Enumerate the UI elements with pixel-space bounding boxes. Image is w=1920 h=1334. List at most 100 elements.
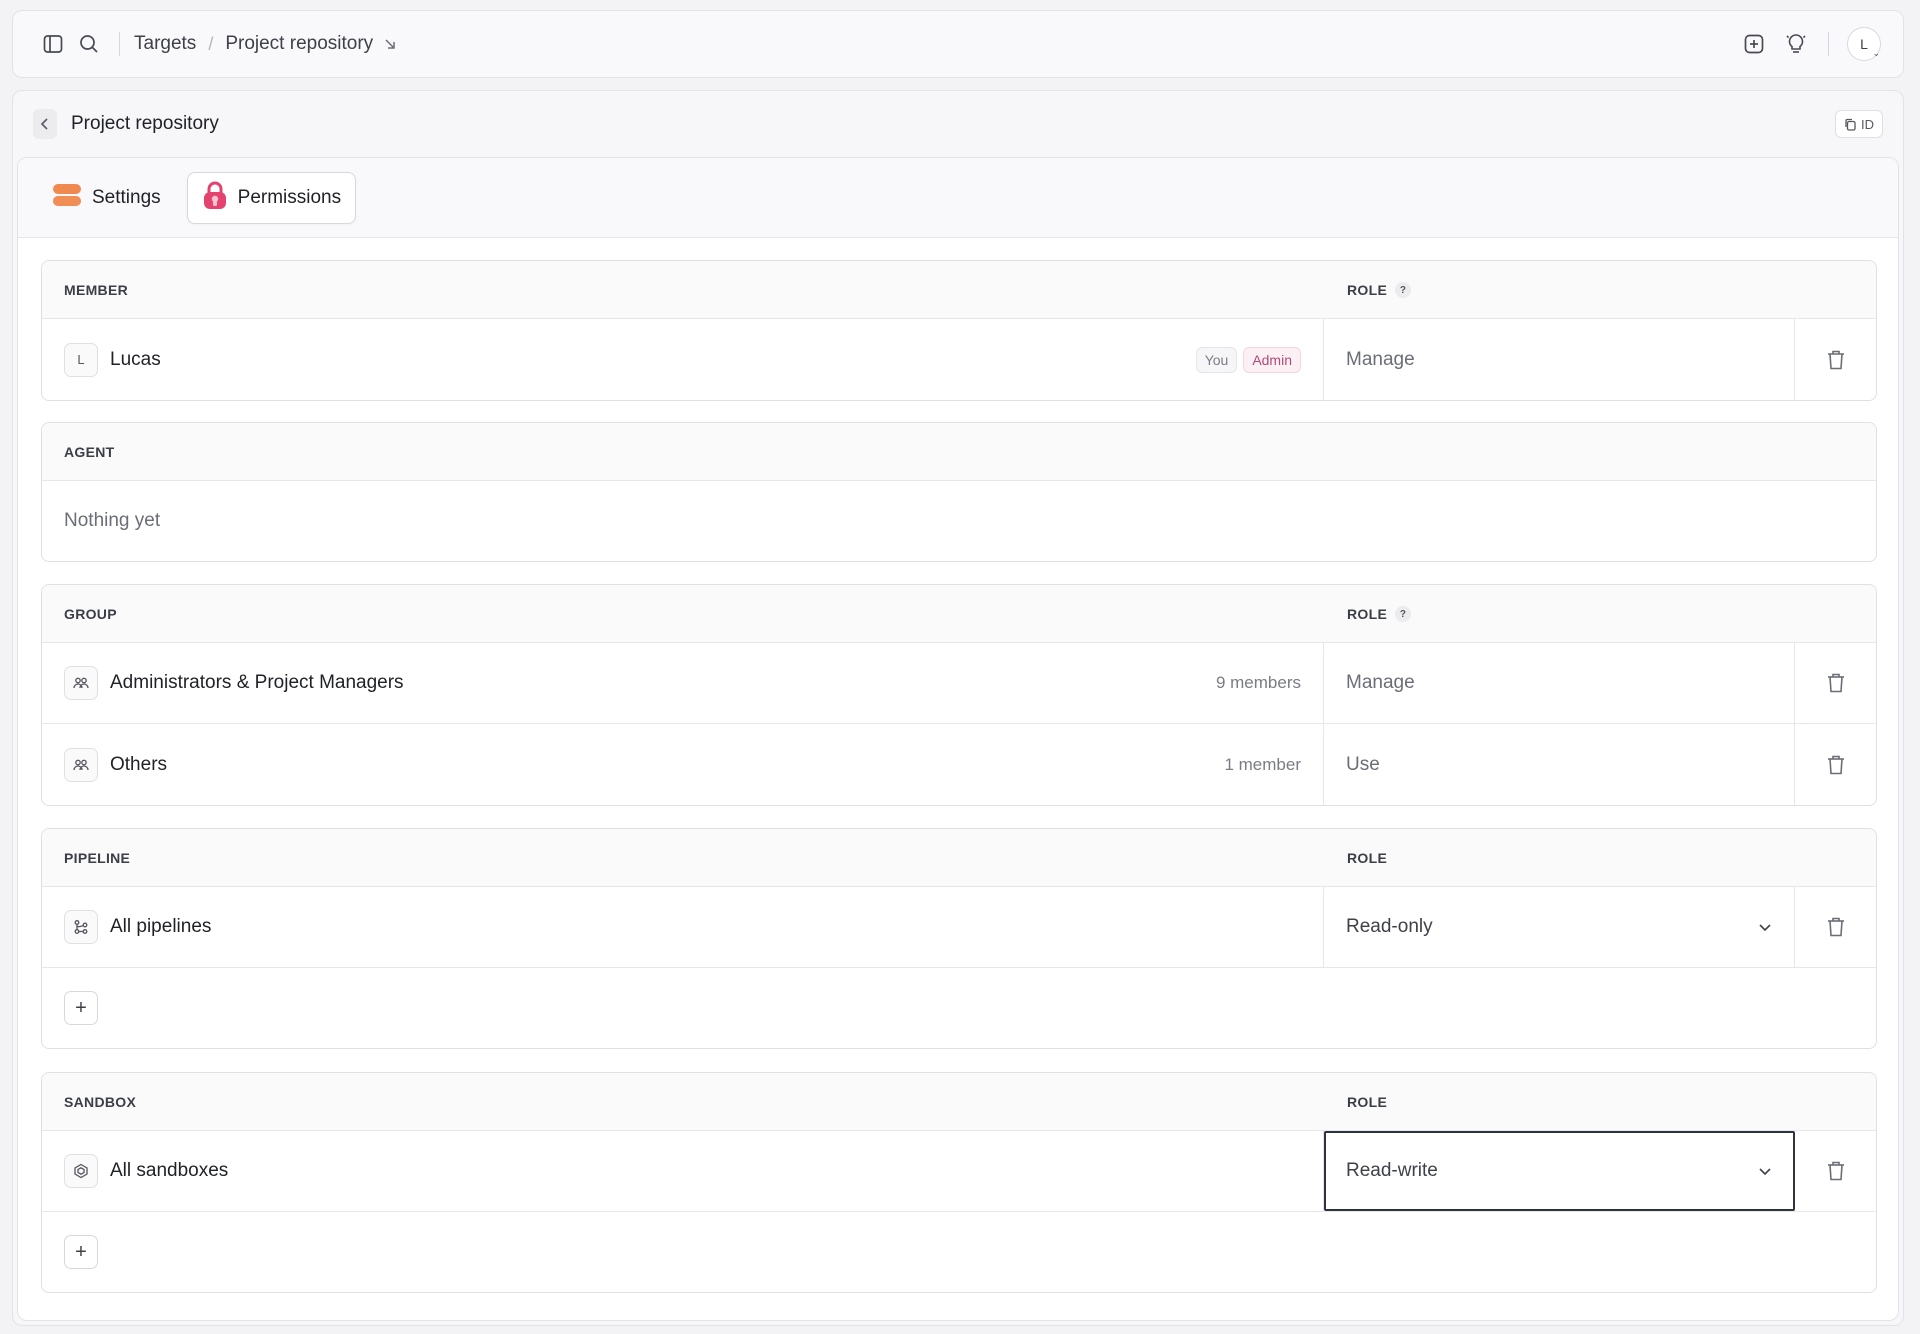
content-card: Settings Permissions MEMBER ROLE ? L Luc… bbox=[17, 157, 1899, 1321]
sandbox-name: All sandboxes bbox=[110, 1160, 229, 1181]
tab-label: Permissions bbox=[237, 186, 342, 208]
add-row: + bbox=[42, 1212, 1876, 1292]
chevron-down-icon: ⌄ bbox=[1872, 48, 1880, 58]
section-header: GROUP ROLE ? bbox=[42, 585, 1876, 643]
column-header-pipeline: PIPELINE bbox=[64, 849, 131, 866]
divider bbox=[119, 32, 120, 56]
role-select-value: Read-write bbox=[1346, 1160, 1438, 1181]
group-section: GROUP ROLE ? Administrators & Project Ma… bbox=[41, 584, 1877, 806]
group-cell: Others 1 member bbox=[42, 724, 1324, 805]
column-header-agent: AGENT bbox=[64, 443, 115, 460]
group-icon bbox=[64, 666, 98, 700]
user-avatar[interactable]: L ⌄ bbox=[1847, 27, 1881, 61]
add-sandbox-button[interactable]: + bbox=[64, 1235, 98, 1269]
breadcrumb-current[interactable]: Project repository bbox=[225, 33, 373, 55]
member-name: Lucas bbox=[110, 348, 161, 370]
role-select-value: Read-only bbox=[1346, 916, 1433, 937]
top-bar: Targets / Project repository L ⌄ bbox=[12, 10, 1904, 78]
role-label: ROLE bbox=[1347, 606, 1388, 622]
add-pipeline-button[interactable]: + bbox=[64, 991, 98, 1025]
member-count: 9 members bbox=[1215, 673, 1301, 692]
page-title: Project repository bbox=[71, 113, 219, 134]
column-header-role: ROLE bbox=[1347, 829, 1387, 887]
trash-icon bbox=[1827, 755, 1844, 774]
add-row: + bbox=[42, 968, 1876, 1048]
role-label: ROLE bbox=[1347, 1094, 1388, 1110]
agent-section: AGENT Nothing yet bbox=[41, 422, 1877, 562]
trash-icon bbox=[1827, 917, 1844, 937]
column-header-role: ROLE ? bbox=[1347, 261, 1412, 319]
sandbox-section: SANDBOX ROLE All sandboxes Read-write + bbox=[41, 1072, 1877, 1293]
role-select[interactable]: Read-only bbox=[1324, 887, 1795, 967]
delete-button[interactable] bbox=[1795, 887, 1876, 967]
role-label: ROLE bbox=[1347, 282, 1388, 298]
sandbox-cell: All sandboxes bbox=[42, 1131, 1324, 1211]
member-section: MEMBER ROLE ? L Lucas You Admin Manage bbox=[41, 260, 1877, 401]
empty-state: Nothing yet bbox=[64, 510, 161, 531]
member-cell: L Lucas You Admin bbox=[42, 319, 1324, 400]
section-header: MEMBER ROLE ? bbox=[42, 261, 1876, 319]
table-row: Others 1 member Use bbox=[42, 724, 1876, 805]
id-label: ID bbox=[1861, 116, 1874, 132]
role-value: Use bbox=[1324, 724, 1795, 805]
sidebar-toggle-icon[interactable] bbox=[35, 26, 71, 62]
pipeline-cell: All pipelines bbox=[42, 887, 1324, 967]
role-value: Manage bbox=[1324, 319, 1795, 400]
pipeline-icon bbox=[64, 910, 98, 944]
section-header: AGENT bbox=[42, 423, 1876, 481]
badge-group: You Admin bbox=[1195, 346, 1301, 373]
column-header-sandbox: SANDBOX bbox=[64, 1093, 137, 1110]
trash-icon bbox=[1827, 1161, 1844, 1181]
group-icon bbox=[64, 747, 98, 782]
table-row: All pipelines Read-only bbox=[42, 887, 1876, 968]
lock-icon bbox=[202, 180, 228, 216]
table-row: All sandboxes Read-write bbox=[42, 1131, 1876, 1212]
group-name: Administrators & Project Managers bbox=[110, 672, 404, 693]
breadcrumb-separator: / bbox=[208, 33, 214, 54]
search-icon[interactable] bbox=[71, 26, 107, 62]
delete-button[interactable] bbox=[1795, 724, 1876, 805]
admin-badge: Admin bbox=[1243, 346, 1301, 373]
role-label: ROLE bbox=[1347, 850, 1388, 866]
table-row: L Lucas You Admin Manage bbox=[42, 319, 1876, 400]
chevron-left-icon[interactable] bbox=[33, 109, 57, 139]
section-header: SANDBOX ROLE bbox=[42, 1073, 1876, 1131]
pipeline-name: All pipelines bbox=[110, 916, 212, 937]
tab-settings[interactable]: Settings bbox=[38, 172, 175, 224]
group-cell: Administrators & Project Managers 9 memb… bbox=[42, 643, 1324, 723]
settings-icon bbox=[52, 181, 82, 215]
column-header-role: ROLE ? bbox=[1347, 585, 1412, 643]
member-count: 1 member bbox=[1224, 754, 1301, 774]
avatar-initial: L bbox=[1860, 36, 1868, 52]
delete-button[interactable] bbox=[1795, 319, 1876, 400]
delete-button[interactable] bbox=[1795, 1131, 1876, 1211]
group-name: Others bbox=[110, 753, 168, 775]
column-header-role: ROLE bbox=[1347, 1073, 1387, 1131]
chevron-down-icon bbox=[1758, 1167, 1772, 1176]
breadcrumb-targets[interactable]: Targets bbox=[134, 33, 196, 55]
tab-bar: Settings Permissions bbox=[18, 158, 1898, 238]
section-header: PIPELINE ROLE bbox=[42, 829, 1876, 887]
you-badge: You bbox=[1195, 346, 1238, 373]
panel-header: Project repository ID bbox=[13, 91, 1903, 157]
tab-label: Settings bbox=[92, 186, 161, 208]
arrow-down-right-icon[interactable] bbox=[383, 37, 397, 51]
delete-button[interactable] bbox=[1795, 643, 1876, 723]
column-header-member: MEMBER bbox=[64, 281, 129, 298]
role-select[interactable]: Read-write bbox=[1324, 1131, 1795, 1211]
tab-permissions[interactable]: Permissions bbox=[186, 171, 357, 224]
help-icon[interactable]: ? bbox=[1395, 606, 1412, 622]
chevron-down-icon bbox=[1758, 923, 1772, 932]
lightbulb-icon[interactable] bbox=[1778, 26, 1814, 62]
sandbox-icon bbox=[64, 1154, 98, 1188]
help-icon[interactable]: ? bbox=[1395, 282, 1412, 298]
divider bbox=[1828, 32, 1829, 56]
trash-icon bbox=[1827, 673, 1844, 693]
pipeline-section: PIPELINE ROLE All pipelines Read-only + bbox=[41, 828, 1877, 1049]
plus-square-icon[interactable] bbox=[1736, 26, 1772, 62]
copy-id-button[interactable]: ID bbox=[1835, 110, 1883, 138]
main-panel: Project repository ID Settings Permissio… bbox=[12, 90, 1904, 1326]
table-row: Administrators & Project Managers 9 memb… bbox=[42, 643, 1876, 724]
copy-icon bbox=[1845, 118, 1856, 131]
column-header-group: GROUP bbox=[64, 605, 117, 622]
